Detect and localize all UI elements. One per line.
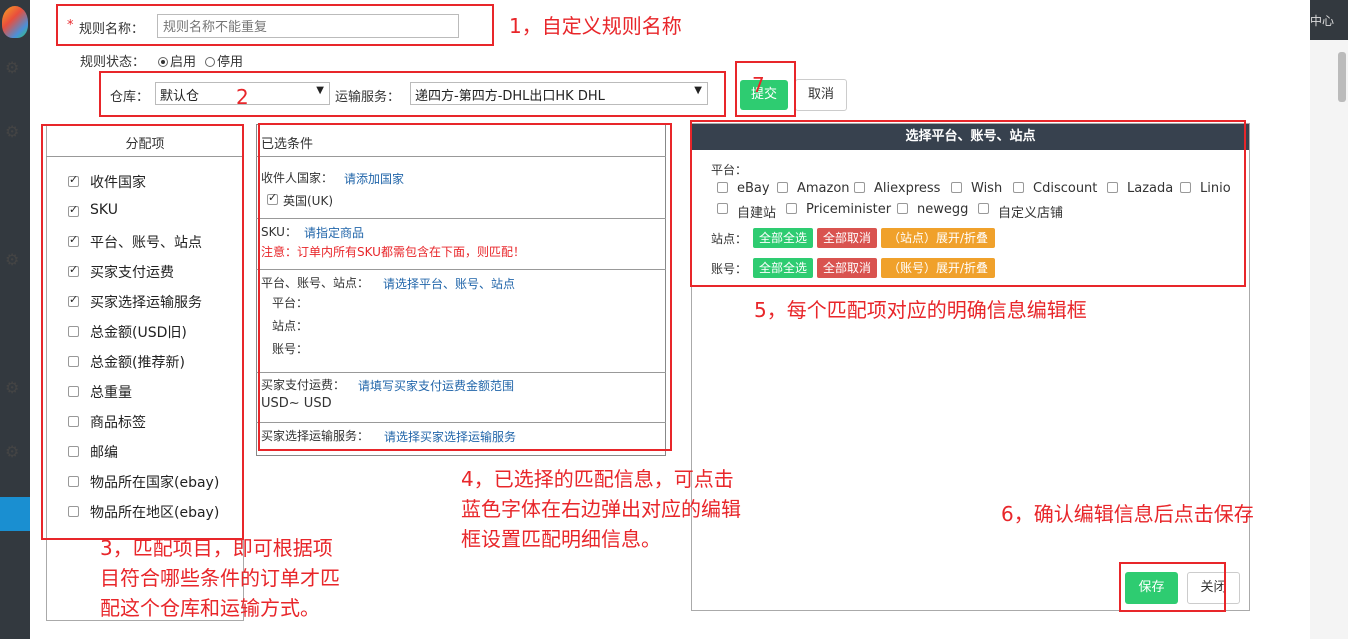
annotation-box-6 (1119, 562, 1226, 612)
radio-disabled[interactable] (205, 57, 215, 67)
background-right: 中心 (1310, 0, 1348, 639)
annotation-text-3-line1: 3，匹配项目，即可根据项 (100, 536, 333, 560)
gear-icon: ⚙ (5, 58, 20, 77)
gear-icon: ⚙ (5, 250, 20, 269)
annotation-text-5: 5，每个匹配项对应的明确信息编辑框 (754, 298, 1087, 322)
status-enabled-option[interactable]: 启用 (158, 51, 196, 70)
annotation-text-7: 7 (752, 73, 765, 97)
status-enabled-text: 启用 (170, 55, 197, 70)
background-sidebar: ⚙ ⚙ ⚙ ⚙ ⚙ (0, 0, 30, 639)
gear-icon: ⚙ (5, 378, 20, 397)
annotation-text-3-line2: 目符合哪些条件的订单才匹 (100, 566, 340, 590)
status-disabled-text: 停用 (217, 55, 244, 70)
annotation-box-2 (99, 71, 726, 117)
annotation-text-2: 2 (236, 85, 249, 109)
annotation-box-7 (735, 61, 796, 117)
annotation-text-4-line3: 框设置匹配明细信息。 (461, 527, 661, 551)
sidebar-selected-item[interactable] (0, 497, 30, 531)
annotation-text-1: 1，自定义规则名称 (509, 14, 682, 38)
gear-icon: ⚙ (5, 122, 20, 141)
scrollbar[interactable] (1338, 52, 1346, 102)
annotation-box-4 (258, 123, 672, 451)
annotation-text-4-line1: 4，已选择的匹配信息，可点击 (461, 467, 734, 491)
cancel-button[interactable]: 取消 (795, 79, 847, 111)
top-right-link[interactable]: 中心 (1310, 0, 1348, 40)
annotation-text-3-line3: 配这个仓库和运输方式。 (100, 596, 320, 620)
status-label: 规则状态： (80, 55, 146, 70)
annotation-box-1 (56, 4, 494, 46)
annotation-text-4-line2: 蓝色字体在右边弹出对应的编辑 (461, 497, 741, 521)
gear-icon: ⚙ (5, 442, 20, 461)
status-disabled-option[interactable]: 停用 (205, 51, 243, 70)
radio-enabled[interactable] (158, 57, 168, 67)
annotation-box-3 (41, 124, 244, 540)
app-logo (2, 6, 28, 38)
annotation-box-5 (690, 120, 1246, 287)
annotation-text-6: 6，确认编辑信息后点击保存 (1001, 502, 1254, 526)
